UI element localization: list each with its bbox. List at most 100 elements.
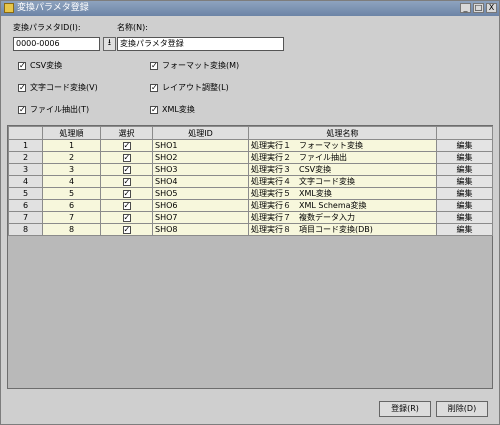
process-id: SHO7 [152, 211, 249, 224]
table-row[interactable]: 7 7 SHO7 処理実行７ 複数データ入力 編集 [8, 211, 493, 224]
process-id: SHO2 [152, 151, 249, 164]
option-format[interactable]: フォーマット変換(M) [150, 60, 239, 71]
edit-button[interactable]: 編集 [436, 211, 493, 224]
select-checkbox[interactable] [122, 177, 131, 187]
checkbox-xml[interactable] [150, 105, 158, 115]
register-button[interactable]: 登録(R) [379, 401, 431, 417]
table-row[interactable]: 6 6 SHO6 処理実行６ XML Schema変換 編集 [8, 199, 493, 212]
table-header-row: 処理順 選択 処理ID 処理名称 [8, 126, 493, 140]
row-number: 4 [8, 175, 43, 188]
process-table-panel: 処理順 選択 処理ID 処理名称 1 1 SHO1 処理実行１ フォーマット変換… [7, 125, 493, 389]
process-id: SHO5 [152, 187, 249, 200]
edit-button[interactable]: 編集 [436, 139, 493, 152]
process-id: SHO1 [152, 139, 249, 152]
order-header: 処理順 [42, 126, 101, 140]
process-order: 6 [42, 199, 101, 212]
param-id-input[interactable]: 0000-0006 [13, 37, 100, 51]
edit-header [436, 126, 493, 140]
process-name-header: 処理名称 [248, 126, 437, 140]
select-checkbox[interactable] [122, 141, 131, 151]
title-bar: 変換パラメタ登録 _ □ X [1, 1, 499, 16]
checkbox-layout[interactable] [150, 83, 158, 93]
process-order: 5 [42, 187, 101, 200]
select-header: 選択 [100, 126, 153, 140]
process-id: SHO3 [152, 163, 249, 176]
table-row[interactable]: 4 4 SHO4 処理実行４ 文字コード変換 編集 [8, 175, 493, 188]
param-id-label: 変換パラメタID(I): [13, 23, 81, 32]
name-input[interactable]: 変換パラメタ登録 [117, 37, 284, 51]
checkbox-format[interactable] [150, 61, 158, 71]
process-table: 処理順 選択 処理ID 処理名称 1 1 SHO1 処理実行１ フォーマット変換… [8, 126, 493, 236]
checkbox-csv[interactable] [18, 61, 26, 71]
option-layout[interactable]: レイアウト調整(L) [150, 82, 229, 93]
select-checkbox[interactable] [122, 189, 131, 199]
checkbox-extract[interactable] [18, 105, 26, 115]
option-extract-label: ファイル抽出(T) [30, 105, 90, 114]
process-order: 4 [42, 175, 101, 188]
option-csv[interactable]: CSV変換 [18, 60, 62, 71]
process-name: 処理実行８ 項目コード変換(DB) [248, 223, 437, 236]
process-name: 処理実行１ フォーマット変換 [248, 139, 437, 152]
process-order: 2 [42, 151, 101, 164]
edit-button[interactable]: 編集 [436, 199, 493, 212]
row-number: 8 [8, 223, 43, 236]
process-name: 処理実行５ XML変換 [248, 187, 437, 200]
select-checkbox[interactable] [122, 165, 131, 175]
select-cell[interactable] [100, 187, 153, 200]
option-layout-label: レイアウト調整(L) [162, 83, 229, 92]
select-cell[interactable] [100, 151, 153, 164]
option-charcode-label: 文字コード変換(V) [30, 83, 98, 92]
row-number-header [8, 126, 43, 140]
option-csv-label: CSV変換 [30, 61, 63, 70]
process-order: 8 [42, 223, 101, 236]
row-number: 5 [8, 187, 43, 200]
maximize-button[interactable]: □ [473, 3, 484, 13]
process-id: SHO6 [152, 199, 249, 212]
app-icon [4, 3, 14, 13]
select-cell[interactable] [100, 175, 153, 188]
process-name: 処理実行３ CSV変換 [248, 163, 437, 176]
option-xml-label: XML変換 [162, 105, 195, 114]
select-checkbox[interactable] [122, 153, 131, 163]
edit-button[interactable]: 編集 [436, 223, 493, 236]
table-row[interactable]: 3 3 SHO3 処理実行３ CSV変換 編集 [8, 163, 493, 176]
edit-button[interactable]: 編集 [436, 151, 493, 164]
checkbox-charcode[interactable] [18, 83, 26, 93]
row-number: 3 [8, 163, 43, 176]
delete-button[interactable]: 削除(D) [436, 401, 488, 417]
select-checkbox[interactable] [122, 201, 131, 211]
process-name: 処理実行６ XML Schema変換 [248, 199, 437, 212]
option-extract[interactable]: ファイル抽出(T) [18, 104, 89, 115]
process-order: 1 [42, 139, 101, 152]
edit-button[interactable]: 編集 [436, 163, 493, 176]
edit-button[interactable]: 編集 [436, 187, 493, 200]
process-id: SHO4 [152, 175, 249, 188]
process-name: 処理実行２ ファイル抽出 [248, 151, 437, 164]
row-number: 7 [8, 211, 43, 224]
select-cell[interactable] [100, 211, 153, 224]
option-charcode[interactable]: 文字コード変換(V) [18, 82, 98, 93]
window-title: 変換パラメタ登録 [17, 3, 89, 13]
select-checkbox[interactable] [122, 213, 131, 223]
minimize-button[interactable]: _ [460, 3, 471, 13]
process-id-header: 処理ID [152, 126, 249, 140]
edit-button[interactable]: 編集 [436, 175, 493, 188]
process-name: 処理実行４ 文字コード変換 [248, 175, 437, 188]
option-xml[interactable]: XML変換 [150, 104, 195, 115]
close-button[interactable]: X [486, 3, 497, 13]
select-cell[interactable] [100, 163, 153, 176]
row-number: 6 [8, 199, 43, 212]
table-row[interactable]: 5 5 SHO5 処理実行５ XML変換 編集 [8, 187, 493, 200]
process-order: 7 [42, 211, 101, 224]
select-checkbox[interactable] [122, 225, 131, 235]
select-cell[interactable] [100, 223, 153, 236]
process-id: SHO8 [152, 223, 249, 236]
select-cell[interactable] [100, 199, 153, 212]
select-cell[interactable] [100, 139, 153, 152]
table-row[interactable]: 8 8 SHO8 処理実行８ 項目コード変換(DB) 編集 [8, 223, 493, 236]
name-label: 名称(N): [117, 23, 148, 32]
table-row[interactable]: 2 2 SHO2 処理実行２ ファイル抽出 編集 [8, 151, 493, 164]
table-row[interactable]: 1 1 SHO1 処理実行１ フォーマット変換 編集 [8, 139, 493, 152]
process-order: 3 [42, 163, 101, 176]
lookup-button[interactable]: ⭳ [103, 37, 116, 51]
